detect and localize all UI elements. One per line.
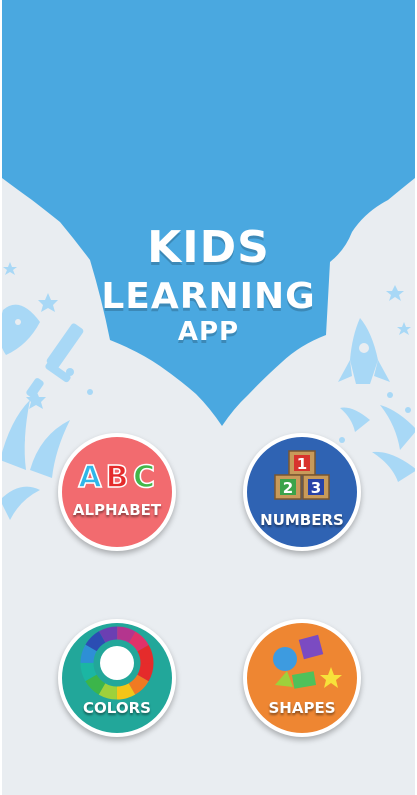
- shapes-button[interactable]: SHAPES: [243, 619, 361, 737]
- number-blocks-icon: 1 2 3: [274, 450, 330, 500]
- letter-a: A: [78, 460, 102, 495]
- letter-c: C: [133, 460, 155, 495]
- shapes-label: SHAPES: [268, 699, 336, 717]
- alphabet-button[interactable]: A B C ALPHABET: [58, 433, 176, 551]
- frame-left-edge: [0, 0, 2, 795]
- abc-letters-icon: A B C: [78, 459, 156, 496]
- numbers-label: NUMBERS: [260, 511, 344, 529]
- block-3: 3: [311, 479, 321, 497]
- title-kids: KIDS: [147, 222, 270, 273]
- colors-button[interactable]: COLORS: [58, 619, 176, 737]
- letter-b: B: [106, 460, 129, 495]
- app-screen: KIDS LEARNING APP A B C ALPHABET 1 2 3 N…: [0, 0, 417, 795]
- alphabet-label: ALPHABET: [72, 501, 162, 519]
- title-learning: LEARNING: [101, 276, 316, 317]
- numbers-button[interactable]: 1 2 3 NUMBERS: [243, 433, 361, 551]
- title-app: APP: [177, 317, 240, 347]
- block-1: 1: [297, 455, 307, 473]
- block-2: 2: [283, 479, 293, 497]
- colors-label: COLORS: [83, 699, 151, 717]
